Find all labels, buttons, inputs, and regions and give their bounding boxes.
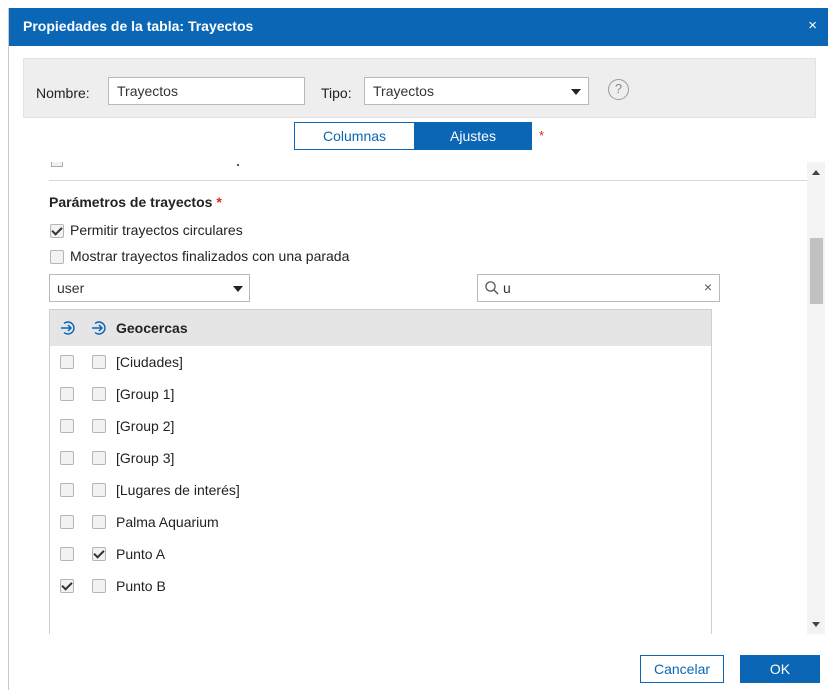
row-checkbox-2[interactable] — [92, 579, 106, 593]
dialog-titlebar: Propiedades de la tabla: Trayectos × — [9, 8, 828, 46]
type-label: Tipo: — [321, 85, 352, 101]
list-item-label: [Ciudades] — [116, 354, 183, 370]
list-item: Palma Aquarium — [50, 506, 711, 538]
partial-checkbox — [51, 162, 63, 167]
chevron-down-icon — [571, 89, 581, 95]
row-checkbox-2[interactable] — [92, 547, 106, 561]
row-checkbox-2[interactable] — [92, 355, 106, 369]
list-item: [Ciudades] — [50, 346, 711, 378]
row-checkbox-1[interactable] — [60, 451, 74, 465]
list-item: Punto B — [50, 570, 711, 602]
row-checkbox-2[interactable] — [92, 387, 106, 401]
geofence-list: Geocercas [Ciudades] [Group 1] [Group 2] — [49, 309, 712, 634]
divider — [49, 180, 807, 181]
row-checkbox-1[interactable] — [60, 355, 74, 369]
show-finished-label: Mostrar trayectos finalizados con una pa… — [70, 248, 350, 264]
scroll-down-icon[interactable] — [812, 622, 820, 627]
close-icon[interactable]: × — [808, 17, 817, 35]
help-icon[interactable]: ? — [608, 79, 629, 100]
list-item-label: [Group 3] — [116, 450, 175, 466]
name-input[interactable]: Trayectos — [108, 77, 305, 105]
list-item: [Lugares de interés] — [50, 474, 711, 506]
list-header: Geocercas — [50, 310, 711, 346]
name-label: Nombre: — [36, 85, 90, 101]
select-all-icon[interactable] — [59, 320, 75, 336]
row-checkbox-2[interactable] — [92, 451, 106, 465]
list-item-label: Punto B — [116, 578, 166, 594]
list-item-label: Punto A — [116, 546, 166, 562]
vertical-scrollbar[interactable] — [807, 162, 825, 634]
section-title: Parámetros de trayectos * — [49, 194, 222, 210]
scrollbar-thumb[interactable] — [810, 238, 823, 304]
row-checkbox-1[interactable] — [60, 579, 74, 593]
cancel-button[interactable]: Cancelar — [640, 655, 724, 683]
select-all-icon[interactable] — [90, 320, 106, 336]
row-checkbox-1[interactable] — [60, 547, 74, 561]
row-checkbox-2[interactable] — [92, 515, 106, 529]
search-icon — [485, 281, 499, 295]
list-item-label: [Lugares de interés] — [116, 482, 240, 498]
tab-columnas[interactable]: Columnas — [295, 123, 414, 149]
allow-circular-checkbox[interactable] — [50, 224, 64, 238]
row-checkbox-1[interactable] — [60, 387, 74, 401]
required-asterisk: * — [216, 194, 222, 210]
type-select-value: Trayectos — [373, 83, 434, 99]
list-header-label: Geocercas — [116, 320, 188, 336]
list-item: [Group 1] — [50, 378, 711, 410]
row-checkbox-1[interactable] — [60, 483, 74, 497]
row-checkbox-1[interactable] — [60, 515, 74, 529]
list-item-label: [Group 1] — [116, 386, 175, 402]
scroll-up-icon[interactable] — [812, 170, 820, 175]
list-item: Punto A — [50, 538, 711, 570]
search-value: u — [503, 280, 511, 296]
type-select[interactable]: Trayectos — [364, 77, 589, 105]
name-type-bar: Nombre: Trayectos Tipo: Trayectos ? — [23, 58, 816, 118]
settings-tabs: Columnas Ajustes — [294, 122, 532, 150]
tab-ajustes[interactable]: Ajustes — [414, 123, 532, 149]
clear-icon[interactable]: × — [704, 279, 712, 295]
chevron-down-icon — [233, 286, 243, 292]
row-checkbox-2[interactable] — [92, 419, 106, 433]
list-item: [Group 2] — [50, 410, 711, 442]
row-checkbox-1[interactable] — [60, 419, 74, 433]
user-select-value: user — [57, 280, 85, 296]
user-select[interactable]: user — [49, 274, 250, 302]
partial-text — [237, 164, 239, 166]
table-properties-dialog: Propiedades de la tabla: Trayectos × Nom… — [8, 8, 828, 690]
dialog-title: Propiedades de la tabla: Trayectos — [23, 18, 254, 34]
required-asterisk: * — [539, 128, 545, 143]
list-item-label: [Group 2] — [116, 418, 175, 434]
row-checkbox-2[interactable] — [92, 483, 106, 497]
settings-content: Parámetros de trayectos * Permitir traye… — [39, 162, 819, 634]
search-input[interactable]: u × — [477, 274, 720, 302]
ok-button[interactable]: OK — [740, 655, 820, 683]
allow-circular-label: Permitir trayectos circulares — [70, 222, 243, 238]
show-finished-checkbox[interactable] — [50, 250, 64, 264]
list-item: [Group 3] — [50, 442, 711, 474]
list-item-label: Palma Aquarium — [116, 514, 219, 530]
